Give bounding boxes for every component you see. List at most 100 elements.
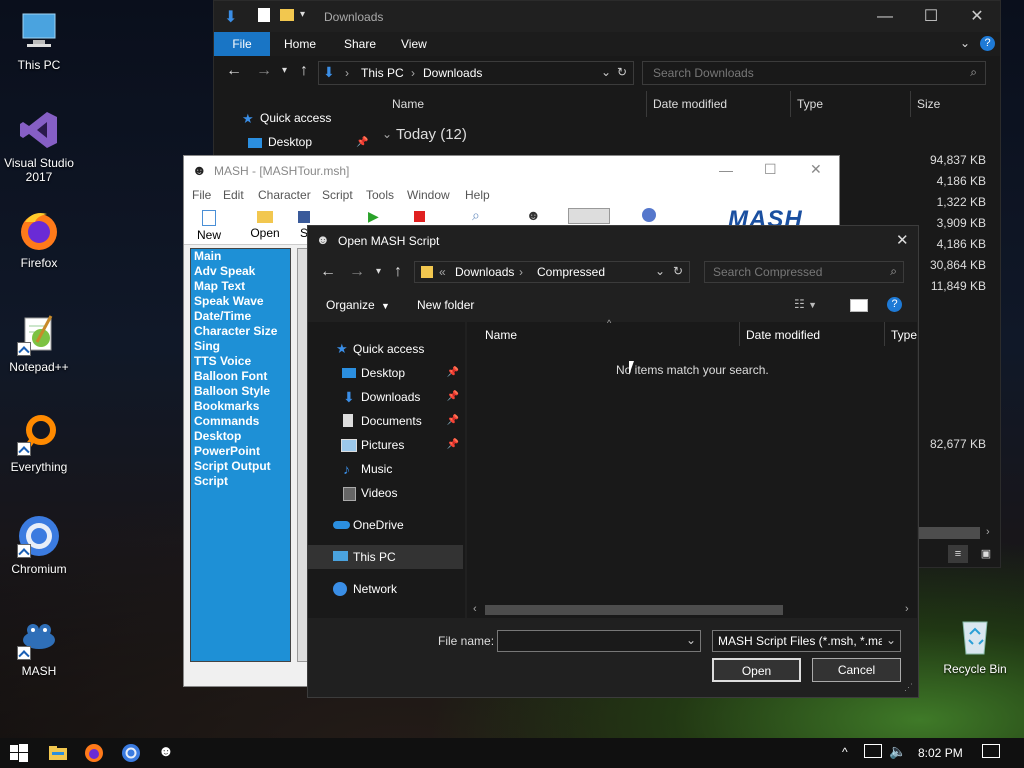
back-icon[interactable]: ← — [226, 62, 242, 80]
horizontal-scrollbar[interactable] — [918, 527, 980, 539]
breadcrumb-item[interactable]: Downloads — [423, 66, 482, 80]
maximize-icon[interactable]: ☐ — [764, 161, 777, 178]
tab-file[interactable]: File — [214, 32, 270, 56]
recent-icon[interactable]: ▾ — [376, 266, 381, 277]
menu-script[interactable]: Script — [322, 188, 353, 202]
dialog-titlebar[interactable]: ☻ Open MASH Script ✕ — [308, 226, 918, 256]
pin-icon[interactable]: 📌 — [447, 361, 459, 385]
up-icon[interactable]: ↑ — [300, 62, 308, 80]
folder-icon[interactable] — [280, 9, 294, 21]
list-item[interactable]: TTS Voice — [191, 354, 290, 369]
start-windows-icon[interactable] — [9, 743, 29, 763]
desktop-icon-this-pc[interactable]: This PC — [0, 10, 78, 72]
breadcrumb-item[interactable]: Downloads — [455, 265, 514, 279]
clock-time[interactable]: 8:02 PM — [918, 746, 963, 760]
sidebar-item-network[interactable]: Network — [308, 577, 463, 601]
chromium-icon[interactable] — [121, 743, 141, 763]
explorer-titlebar[interactable]: ⬇ ▾ Downloads — ☐ ✕ — [214, 1, 1000, 32]
sidebar-item-pictures[interactable]: Pictures 📌 — [308, 433, 463, 457]
forward-icon[interactable]: → — [349, 263, 365, 281]
list-item[interactable]: Speak Wave — [191, 294, 290, 309]
menu-file[interactable]: File — [192, 188, 211, 202]
sidebar-item-quick-access[interactable]: Quick access — [260, 111, 331, 125]
scroll-right-icon[interactable]: › — [905, 603, 909, 615]
filetype-select[interactable]: MASH Script Files (*.msh, *.mas ⌄ — [712, 630, 901, 652]
preview-pane-icon[interactable] — [850, 299, 868, 312]
pin-icon[interactable]: 📌 — [447, 409, 459, 433]
open-button[interactable]: Open — [712, 658, 801, 682]
tiles-view-icon[interactable]: ▣ — [976, 545, 996, 563]
new-button[interactable]: New — [184, 208, 234, 242]
find-icon[interactable]: ⌕ — [472, 207, 480, 224]
column-header-name[interactable]: Name — [392, 97, 424, 111]
explorer-address-bar[interactable]: ⬇ › This PC › Downloads ⌄ ↻ — [318, 61, 634, 85]
list-item[interactable]: Date/Time — [191, 309, 290, 324]
resize-grip-icon[interactable]: ⋰ — [904, 682, 913, 693]
horizontal-scrollbar[interactable] — [485, 605, 783, 615]
sidebar-item-this-pc[interactable]: This PC — [308, 545, 463, 569]
cancel-button[interactable]: Cancel — [812, 658, 901, 682]
chevron-down-icon[interactable]: ⌄ — [655, 264, 665, 278]
character-icon[interactable]: ☻ — [526, 207, 541, 223]
preview-icon[interactable] — [568, 208, 610, 224]
firefox-icon[interactable] — [84, 743, 104, 763]
column-header-type[interactable]: Type — [891, 328, 917, 342]
mash-action-list[interactable]: Main Adv Speak Map Text Speak Wave Date/… — [190, 248, 291, 662]
pin-icon[interactable]: 📌 — [447, 385, 459, 409]
dialog-address-bar[interactable]: « Downloads › Compressed ⌄ ↻ — [414, 261, 690, 283]
minimize-icon[interactable]: — — [862, 1, 908, 32]
file-explorer-icon[interactable] — [48, 743, 68, 763]
column-header-size[interactable]: Size — [917, 97, 940, 111]
breadcrumb-item[interactable]: This PC — [361, 66, 404, 80]
notifications-icon[interactable] — [982, 744, 1000, 758]
menu-window[interactable]: Window — [407, 188, 450, 202]
breadcrumb-item[interactable]: Compressed — [537, 265, 605, 279]
column-header-name[interactable]: Name — [485, 328, 517, 342]
filename-input[interactable]: ⌄ — [497, 630, 701, 652]
desktop-icon-notepadpp[interactable]: Notepad++ — [0, 312, 78, 374]
chevron-down-icon[interactable]: ⌄ — [601, 65, 611, 79]
chevron-down-icon[interactable]: ⌄ — [886, 633, 896, 647]
desktop-icon-visual-studio[interactable]: Visual Studio 2017 — [0, 108, 78, 184]
help-icon[interactable]: ? — [887, 297, 902, 312]
volume-muted-icon[interactable]: 🔈 — [889, 743, 906, 760]
list-item[interactable]: Map Text — [191, 279, 290, 294]
sidebar-item-music[interactable]: ♪ Music — [308, 457, 463, 481]
list-item[interactable]: Sing — [191, 339, 290, 354]
sidebar-item-desktop[interactable]: Desktop 📌 — [308, 361, 463, 385]
breadcrumb-overflow[interactable]: « — [439, 265, 446, 279]
mash-icon[interactable]: ☻ — [158, 743, 178, 763]
dialog-search-box[interactable]: Search Compressed ⌕ — [704, 261, 904, 283]
explorer-search-box[interactable]: Search Downloads ⌕ — [642, 61, 986, 85]
stop-icon[interactable] — [414, 211, 425, 222]
list-item[interactable]: Bookmarks — [191, 399, 290, 414]
close-icon[interactable]: ✕ — [954, 1, 1000, 32]
refresh-icon[interactable]: ↻ — [617, 65, 627, 79]
properties-icon[interactable] — [258, 8, 270, 22]
list-item[interactable]: Script — [191, 474, 290, 489]
view-options-icon[interactable]: ☷ ▼ — [794, 297, 817, 311]
agent-icon[interactable] — [642, 208, 656, 222]
dialog-file-list[interactable]: ^ Name Date modified Type No items match… — [467, 318, 917, 618]
list-item[interactable]: Commands — [191, 414, 290, 429]
list-item[interactable]: Adv Speak — [191, 264, 290, 279]
column-header-type[interactable]: Type — [797, 97, 823, 111]
sidebar-item-videos[interactable]: Videos — [308, 481, 463, 505]
up-icon[interactable]: ↑ — [394, 263, 402, 281]
help-icon[interactable]: ? — [980, 36, 995, 51]
list-item[interactable]: PowerPoint — [191, 444, 290, 459]
menu-help[interactable]: Help — [465, 188, 490, 202]
new-folder-button[interactable]: New folder — [417, 298, 474, 312]
desktop-icon-chromium[interactable]: Chromium — [0, 514, 78, 576]
minimize-icon[interactable]: — — [719, 162, 733, 178]
recent-icon[interactable]: ▾ — [282, 65, 287, 76]
sidebar-item-desktop[interactable]: Desktop — [268, 135, 312, 149]
network-tray-icon[interactable] — [864, 744, 882, 758]
mash-titlebar[interactable]: ☻ MASH - [MASHTour.msh] — ☐ ✕ — [184, 156, 839, 186]
desktop-icon-everything[interactable]: Everything — [0, 412, 78, 474]
close-icon[interactable]: ✕ — [896, 231, 909, 249]
group-collapse-icon[interactable]: ⌄ — [382, 127, 392, 141]
refresh-icon[interactable]: ↻ — [673, 264, 683, 278]
dialog-nav-pane[interactable]: ★ Quick access Desktop 📌 ⬇ Downloads 📌 D… — [308, 322, 465, 618]
tab-view[interactable]: View — [401, 32, 427, 56]
